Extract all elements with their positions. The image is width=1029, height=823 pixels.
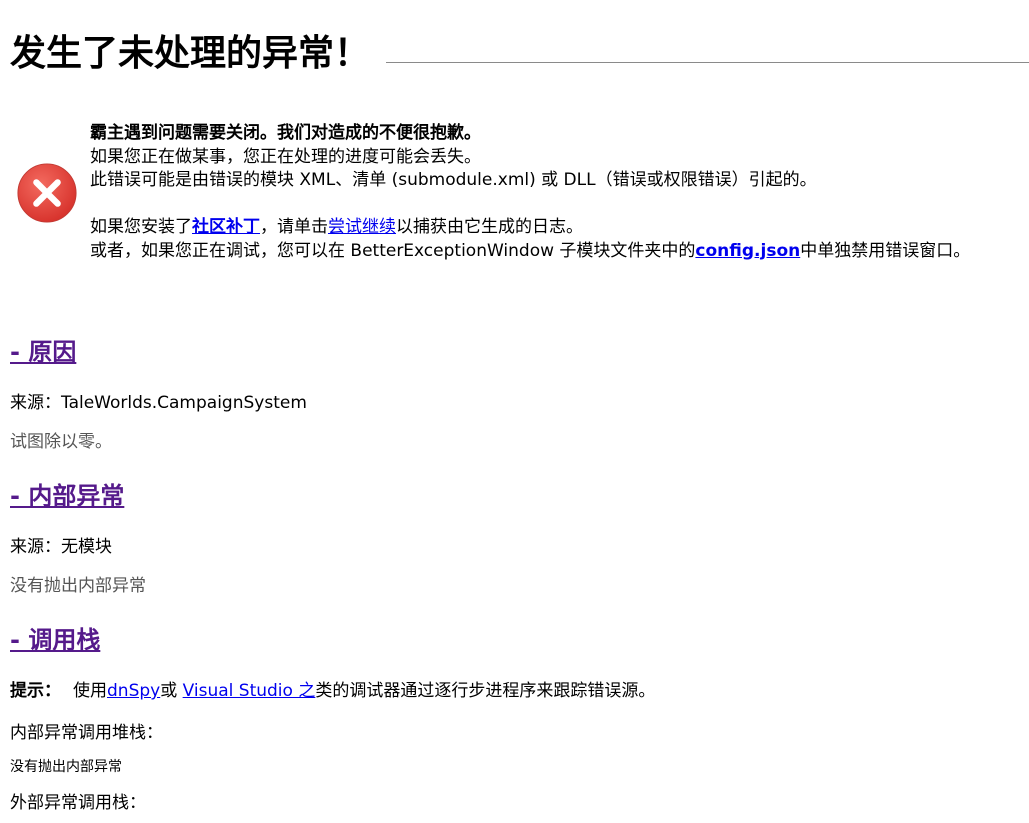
inner-stack-label: 内部异常调用堆栈： [10,723,163,743]
text-fragment: 以捕获由它生成的日志。 [396,217,583,237]
intro-spacer [90,193,970,217]
cause-heading-toggle[interactable]: - 原因 [10,337,76,367]
intro-cause-hint: 此错误可能是由错误的模块 XML、清单 (submodule.xml) 或 DL… [90,170,817,190]
inner-stack-value: 没有抛出内部异常 [10,759,122,775]
title-divider [386,61,1029,63]
cause-source: 来源：TaleWorlds.CampaignSystem [10,393,307,413]
community-patch-link[interactable]: 社区补丁 [192,217,260,237]
page-title: 发生了未处理的异常！ [10,33,371,74]
debug-hint: 提示： 使用dnSpy或 Visual Studio 之类的调试器通过逐行步进程序… [10,680,655,702]
text-fragment: 类的调试器通过逐行步进程序来跟踪错误源。 [315,681,656,701]
text-fragment: 或者，如果您正在调试，您可以在 BetterExceptionWindow 子模… [90,240,696,261]
text-fragment: 或 [160,681,183,701]
intro-progress-warning: 如果您正在做某事，您正在处理的进度可能会丢失。 [90,146,481,167]
cause-message: 试图除以零。 [10,432,112,452]
dnspy-link[interactable]: dnSpy [107,681,160,701]
inner-exception-source: 来源：无模块 [10,537,112,557]
intro-text: 霸主遇到问题需要关闭。我们对造成的不便很抱歉。 如果您正在做某事，您正在处理的进… [90,122,970,263]
inner-exception-heading-toggle[interactable]: - 内部异常 [10,481,124,511]
intro-community-patch-line: 如果您安装了社区补丁，请单击尝试继续以捕获由它生成的日志。 [90,216,970,240]
intro-apology: 霸主遇到问题需要关闭。我们对造成的不便很抱歉。 [90,123,481,143]
hint-label: 提示： [10,681,61,701]
try-continue-link[interactable]: 尝试继续 [328,217,396,237]
error-page: 发生了未处理的异常！ 霸主遇到问题需要关闭。我们对造成的不便很抱歉。 如果您正在… [0,0,1029,823]
config-json-link[interactable]: config.json [695,241,800,261]
error-x-circle-icon [17,163,77,223]
text-fragment: ，请单击 [260,217,328,237]
header: 发生了未处理的异常！ [10,28,1029,80]
call-stack-heading-toggle[interactable]: - 调用栈 [10,625,100,655]
outer-stack-label: 外部异常调用栈： [10,793,146,813]
inner-exception-message: 没有抛出内部异常 [10,576,146,596]
intro-config-line: 或者，如果您正在调试，您可以在 BetterExceptionWindow 子模… [90,240,970,264]
intro-block: 霸主遇到问题需要关闭。我们对造成的不便很抱歉。 如果您正在做某事，您正在处理的进… [16,122,1026,263]
text-fragment: 中单独禁用错误窗口。 [800,240,971,261]
visual-studio-link[interactable]: Visual Studio 之 [183,681,316,701]
text-fragment: 使用 [73,681,107,701]
text-fragment: 如果您安装了 [90,217,192,237]
